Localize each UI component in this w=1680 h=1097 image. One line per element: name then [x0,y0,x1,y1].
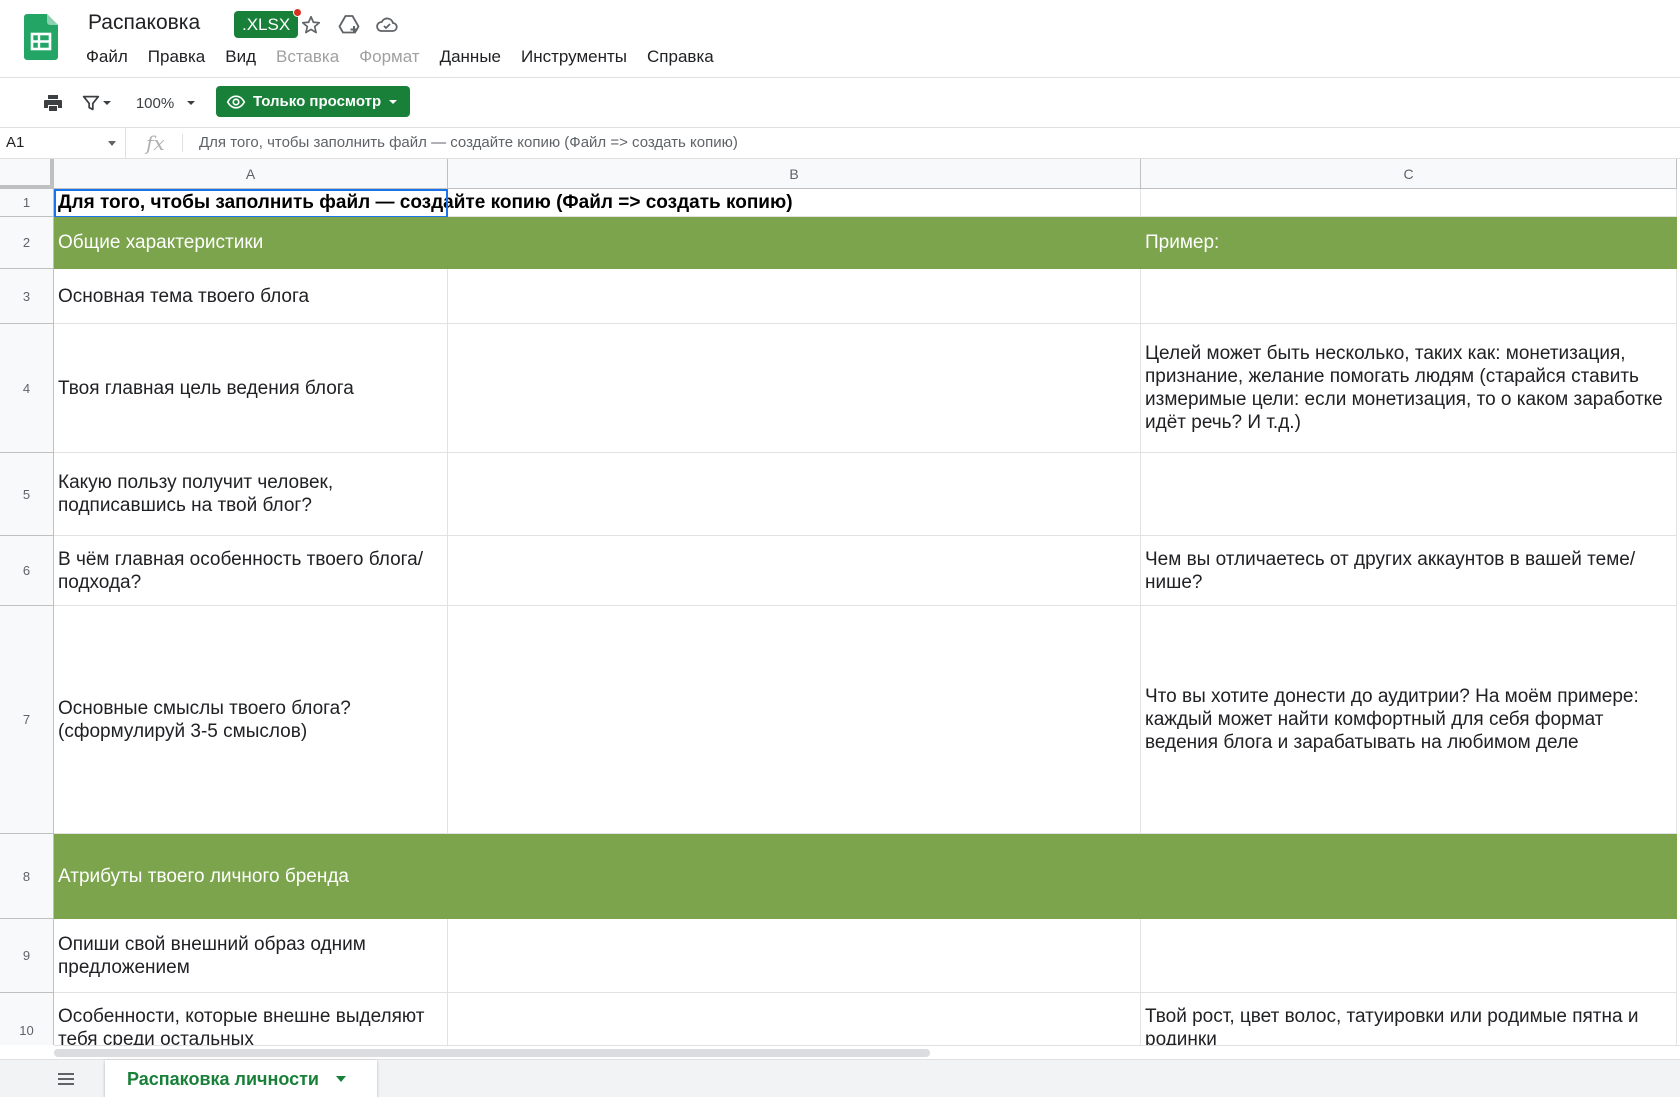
cell-a5[interactable]: Какую пользу получит человек, подписавши… [54,453,448,536]
row-header[interactable]: 4 [0,324,54,453]
eye-icon [226,94,246,109]
cell-text: Твоя главная цель ведения блога [58,377,354,399]
formula-input[interactable]: Для того, чтобы заполнить файл — создайт… [199,134,738,151]
sheet-tab-label: Распаковка личности [127,1068,319,1089]
cell-c4[interactable]: Целей может быть несколько, таких как: м… [1141,324,1677,453]
view-only-button[interactable]: Только просмотр [216,86,411,117]
cell-b4[interactable] [448,324,1141,453]
cell-a1-text: Для того, чтобы заполнить файл — создайт… [58,192,793,213]
select-all-corner[interactable] [0,159,54,189]
file-format-label: .XLSX [242,15,291,34]
dropdown-arrow-icon [108,141,116,146]
row-header[interactable]: 10 [0,993,54,1045]
cell-c2[interactable]: Пример: [1141,217,1677,269]
cell-b6[interactable] [448,536,1141,606]
section-header-brand-attributes[interactable]: Атрибуты твоего личного бренда [54,834,1677,919]
section-header-label: Общие характеристики [58,232,264,253]
section-header-label: Атрибуты твоего личного бренда [58,865,349,887]
menu-data[interactable]: Данные [430,44,511,72]
dropdown-arrow-icon [103,101,111,105]
menu-help[interactable]: Справка [637,44,724,72]
document-title[interactable]: Распаковка [88,11,200,35]
cell-text: Опиши свой внешний образ одним предложен… [58,933,366,978]
row-header[interactable]: 5 [0,453,54,536]
sheet-tab-active[interactable]: Распаковка личности [105,1060,377,1097]
cell-text: Целей может быть несколько, таких как: м… [1145,343,1663,433]
cell-c7[interactable]: Что вы хотите донести до аудитрии? На мо… [1141,606,1677,834]
cell-c5[interactable] [1141,453,1677,536]
print-button[interactable] [38,88,68,118]
column-header-a[interactable]: A [54,159,448,189]
row-header[interactable]: 2 [0,217,54,269]
zoom-select[interactable]: 100% [130,88,202,118]
cell-c1[interactable] [1141,189,1677,217]
cell-text: Какую пользу получит человек, подписавши… [58,472,334,516]
all-sheets-menu-icon[interactable] [54,1068,78,1090]
cell-text: В чём главная особенность твоего блога/п… [58,548,423,593]
row-header[interactable]: 9 [0,919,54,993]
cell-a7[interactable]: Основные смыслы твоего блога? (сформулир… [54,606,448,834]
view-only-label: Только просмотр [253,93,382,110]
print-icon [44,95,62,111]
menu-tools[interactable]: Инструменты [511,44,637,72]
row-header[interactable]: 3 [0,269,54,324]
row-header[interactable]: 6 [0,536,54,606]
cell-text: Основная тема твоего блога [58,285,310,307]
menu-insert: Вставка [276,47,340,66]
column-header-b[interactable]: B [448,159,1141,189]
cell-c6[interactable]: Чем вы отличаетесь от других аккаунтов в… [1141,536,1677,606]
cell-b7[interactable] [448,606,1141,834]
menu-file[interactable]: Файл [76,44,138,72]
cell-text: Чем вы отличаетесь от других аккаунтов в… [1145,548,1636,593]
horizontal-scrollbar[interactable] [54,1045,1680,1059]
menu-format: Формат [359,47,420,66]
row-header[interactable]: 7 [0,606,54,834]
menu-bar: Файл Правка Вид Вставка Формат Данные Ин… [76,44,724,72]
file-format-badge[interactable]: .XLSX [234,8,303,38]
toolbar: 100% Только просмотр [0,78,1680,128]
dropdown-arrow-icon [389,99,398,104]
cell-b9[interactable] [448,919,1141,993]
row-header[interactable]: 1 [0,189,54,217]
cell-c9[interactable] [1141,919,1677,993]
cell-a3[interactable]: Основная тема твоего блога [54,269,448,324]
cell-a9[interactable]: Опиши свой внешний образ одним предложен… [54,919,448,993]
dropdown-arrow-icon [187,101,196,105]
filter-icon [82,95,100,111]
cell-b10[interactable] [448,993,1141,1045]
cloud-status-icon[interactable] [374,12,400,38]
filter-button[interactable] [76,88,116,118]
formula-divider [182,134,183,152]
cell-reference: A1 [6,134,25,151]
fx-icon: fx [146,131,165,155]
formula-bar: A1 fx Для того, чтобы заполнить файл — с… [0,128,1680,159]
cell-text: Особенности, которые внешне выделяют теб… [58,1006,425,1045]
cell-text: Основные смыслы твоего блога? (сформулир… [58,697,351,742]
example-header-label: Пример: [1145,232,1220,253]
name-box[interactable]: A1 [0,128,126,158]
cell-c10[interactable]: Твой рост, цвет волос, татуировки или ро… [1141,993,1677,1045]
section-header-general[interactable]: Общие характеристики [54,217,1141,269]
menu-view[interactable]: Вид [215,44,266,72]
cell-b5[interactable] [448,453,1141,536]
cell-a6[interactable]: В чём главная особенность твоего блога/п… [54,536,448,606]
star-icon[interactable] [298,12,324,38]
dropdown-arrow-icon [336,1076,346,1082]
spreadsheet-grid: A B C 1 Для того, чтобы заполнить файл —… [0,159,1680,1045]
scrollbar-thumb[interactable] [54,1049,930,1057]
cell-a10[interactable]: Особенности, которые внешне выделяют теб… [54,993,448,1045]
row-header[interactable]: 8 [0,834,54,919]
menu-edit[interactable]: Правка [138,44,215,72]
sheets-logo-icon[interactable] [24,14,58,60]
column-header-c[interactable]: C [1141,159,1677,189]
cell-text: Твой рост, цвет волос, татуировки или ро… [1145,1006,1639,1045]
app-header: Распаковка .XLSX Файл Правка Вид Вставка… [0,0,1680,78]
cell-c3[interactable] [1141,269,1677,324]
cell-text: Что вы хотите донести до аудитрии? На мо… [1145,686,1639,753]
sheet-bar: Распаковка личности [0,1059,1680,1097]
zoom-value: 100% [135,94,175,112]
cell-a4[interactable]: Твоя главная цель ведения блога [54,324,448,453]
drive-add-icon[interactable] [336,12,362,38]
cell-b3[interactable] [448,269,1141,324]
